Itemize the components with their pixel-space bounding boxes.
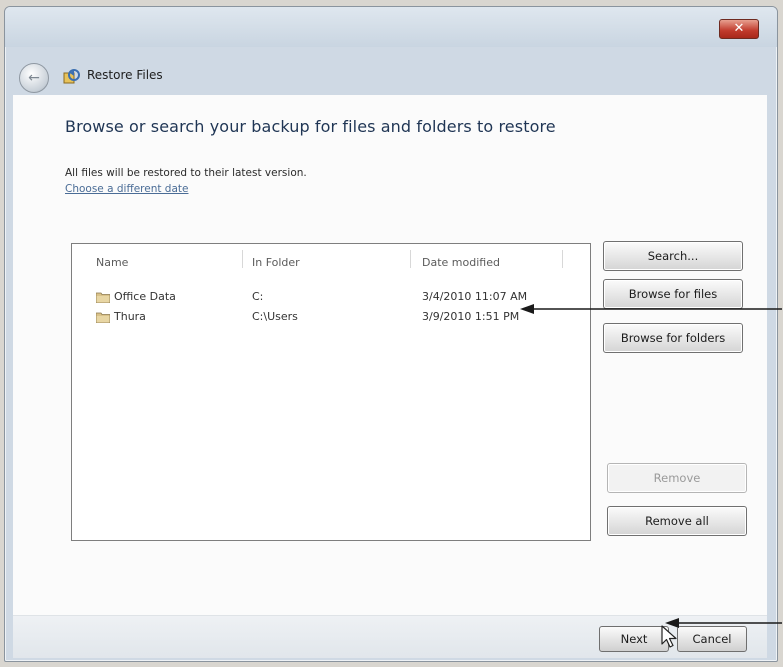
back-button[interactable]: ← (19, 63, 49, 93)
item-folder: C: (252, 290, 264, 303)
column-header-in-folder[interactable]: In Folder (252, 256, 300, 269)
item-folder: C:\Users (252, 310, 298, 323)
item-date: 3/9/2010 1:51 PM (422, 310, 520, 323)
back-arrow-icon: ← (28, 70, 40, 86)
browse-for-files-button[interactable]: Browse for files (603, 279, 743, 309)
column-divider[interactable] (410, 250, 411, 268)
list-item[interactable]: Office Data C: 3/4/2010 11:07 AM (72, 288, 588, 308)
item-name: Thura (114, 310, 146, 323)
page-heading: Browse or search your backup for files a… (65, 117, 556, 136)
column-header-name[interactable]: Name (96, 256, 128, 269)
column-divider[interactable] (562, 250, 563, 268)
footer-bar: Next Cancel (13, 615, 767, 658)
restore-files-window: ✕ ← Restore Files Browse or search your … (4, 6, 778, 662)
item-name: Office Data (114, 290, 176, 303)
column-header-date-modified[interactable]: Date modified (422, 256, 500, 269)
item-date: 3/4/2010 11:07 AM (422, 290, 528, 303)
search-button[interactable]: Search... (603, 241, 743, 271)
file-list[interactable]: Name In Folder Date modified Office Data… (71, 243, 591, 541)
column-divider[interactable] (242, 250, 243, 268)
info-text: All files will be restored to their late… (65, 167, 307, 179)
title-bar: ✕ (5, 7, 777, 47)
remove-all-button[interactable]: Remove all (607, 506, 747, 536)
folder-icon (96, 312, 110, 323)
window-title: Restore Files (87, 68, 163, 82)
close-button[interactable]: ✕ (719, 19, 759, 39)
choose-date-link[interactable]: Choose a different date (65, 183, 188, 195)
cancel-button[interactable]: Cancel (677, 626, 747, 652)
close-icon: ✕ (733, 21, 745, 36)
content-area: Browse or search your backup for files a… (13, 95, 767, 615)
list-item[interactable]: Thura C:\Users 3/9/2010 1:51 PM (72, 308, 588, 328)
browse-for-folders-button[interactable]: Browse for folders (603, 323, 743, 353)
folder-icon (96, 292, 110, 303)
remove-button[interactable]: Remove (607, 463, 747, 493)
next-button[interactable]: Next (599, 626, 669, 652)
restore-files-icon (63, 69, 80, 84)
